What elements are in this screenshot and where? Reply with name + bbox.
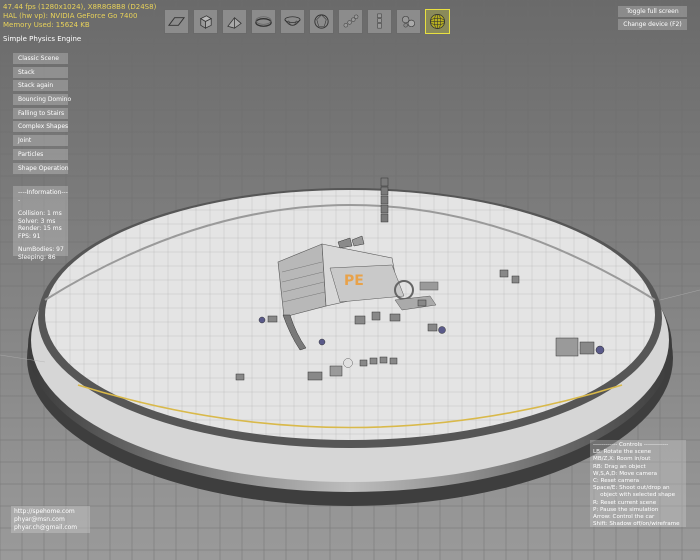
email-link[interactable]: phyar.ch@gmail.com (14, 524, 90, 532)
sphere-grid-icon (429, 13, 446, 30)
hal-readout: HAL (hw vp): NVIDIA GeForce Go 7400 (3, 12, 138, 21)
mesh-bowl-icon (284, 16, 301, 26)
plane-icon (167, 17, 186, 26)
controls-line: P: Pause the simulation (593, 506, 659, 513)
shape-toolbar (164, 9, 450, 39)
website-link[interactable]: http://spehome.com (14, 508, 90, 516)
controls-line: object with selected shape (593, 492, 676, 499)
controls-line: W,S,A,D: Move camera (593, 470, 658, 477)
scene-button-joint[interactable]: Joint (13, 135, 68, 147)
stack-tower (380, 177, 389, 223)
info-header: ----Information---- (18, 189, 68, 204)
tool-ball-mesh[interactable] (309, 9, 334, 34)
tool-plane[interactable] (164, 9, 189, 34)
email-link[interactable]: phyar@msn.com (14, 516, 90, 524)
ring-icon (255, 16, 272, 27)
scene-button-shape-operation[interactable]: Shape Operation (13, 162, 69, 174)
scene-menu: Classic Scene Stack Stack again Bouncing… (13, 53, 71, 176)
scene-button-classic-scene[interactable]: Classic Scene (13, 53, 68, 64)
change-device-button[interactable]: Change device (F2) (618, 19, 687, 30)
chain-icon (343, 14, 359, 28)
information-panel: ----Information---- Collision: 1 ms Solv… (13, 186, 68, 261)
fps-readout: 47.44 fps (1280x1024), X8R8G8B8 (D24S8) (3, 3, 157, 11)
gear-cluster-icon (402, 15, 415, 28)
num-bodies: NumBodies: 97 (18, 246, 64, 253)
scene-button-falling-to-stairs[interactable]: Falling to Stairs (13, 107, 68, 119)
scene-button-stack[interactable]: Stack (13, 66, 68, 78)
controls-line: R: Reset current scene (593, 499, 657, 506)
controls-line: Shift: Shadow off/on/wireframe (593, 521, 680, 528)
controls-header: ------------ Controls ------------ (593, 442, 669, 448)
scene-button-particles[interactable]: Particles (13, 148, 68, 160)
scene-button-bouncing-domino[interactable]: Bouncing Domino (13, 94, 71, 106)
fps-value: FPS: 91 (18, 232, 41, 240)
stats-overlay: 47.44 fps (1280x1024), X8R8G8B8 (D24S8) … (3, 3, 156, 30)
ball-mesh-icon (314, 14, 329, 29)
tool-box[interactable] (193, 9, 218, 34)
pe-logo: PE (344, 273, 364, 289)
tower-icon (377, 13, 382, 29)
tool-mesh-bowl[interactable] (280, 9, 305, 34)
tool-ramp[interactable] (222, 9, 247, 34)
tool-gear-cluster[interactable] (396, 9, 421, 34)
memory-readout: Memory Used: 15624 KB (3, 21, 90, 30)
sleeping-count: Sleeping: 86 (18, 253, 56, 261)
tool-chain[interactable] (338, 9, 363, 34)
scene-button-stack-again[interactable]: Stack again (13, 80, 68, 92)
tool-sphere-grid[interactable] (425, 9, 450, 34)
controls-line: MB/Z,X: Room in/out (593, 456, 651, 463)
tool-tower[interactable] (367, 9, 392, 34)
ramp-icon (227, 17, 242, 29)
tool-ring[interactable] (251, 9, 276, 34)
box-icon (199, 15, 212, 29)
controls-line: Space/E: Shoot out/drop an (593, 485, 670, 492)
controls-panel: ------------ Controls ------------ LB: R… (590, 440, 686, 527)
controls-line: RB: Drag an object (593, 463, 646, 470)
controls-line: Arrow: Control the car (593, 514, 655, 521)
scene-button-complex-shapes[interactable]: Complex Shapes (13, 121, 68, 133)
collision-time: Collision: 1 ms (18, 210, 62, 217)
engine-title: Simple Physics Engine (3, 35, 82, 43)
contact-panel: http://spehome.com phyar@msn.com phyar.c… (11, 506, 90, 533)
controls-line: LB: Rotate the scene (593, 449, 652, 456)
render-time: Render: 15 ms (18, 225, 62, 232)
toggle-fullscreen-button[interactable]: Toggle full screen (618, 6, 687, 17)
controls-line: C: Reset camera (593, 478, 640, 485)
solver-time: Solver: 3 ms (18, 217, 56, 225)
